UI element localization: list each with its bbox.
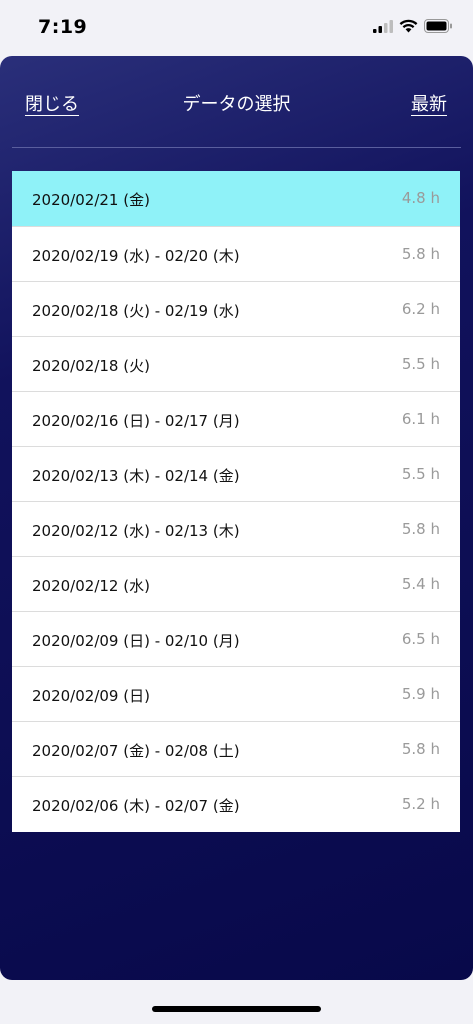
record-date: 2020/02/18 (火) [32, 357, 150, 375]
record-date: 2020/02/09 (日) - 02/10 (月) [32, 632, 240, 650]
list-item[interactable]: 2020/02/12 (水) 5.4 h [12, 557, 460, 612]
record-hours: 5.8 h [401, 740, 440, 758]
record-hours: 6.2 h [401, 300, 440, 318]
record-date: 2020/02/16 (日) - 02/17 (月) [32, 412, 240, 430]
list-item[interactable]: 2020/02/12 (水) - 02/13 (木) 5.8 h [12, 502, 460, 557]
record-date: 2020/02/07 (金) - 02/08 (土) [32, 742, 240, 760]
page-title: データの選択 [182, 94, 291, 115]
navigation-bar: 閉じる データの選択 最新 [0, 56, 473, 148]
record-date: 2020/02/12 (水) - 02/13 (木) [32, 522, 240, 540]
list-item[interactable]: 2020/02/16 (日) - 02/17 (月) 6.1 h [12, 392, 460, 447]
record-hours: 5.8 h [401, 520, 440, 538]
record-hours: 5.5 h [401, 355, 440, 373]
latest-button[interactable]: 最新 [411, 90, 447, 116]
record-hours: 6.1 h [401, 410, 440, 428]
battery-icon [424, 19, 452, 33]
list-item[interactable]: 2020/02/09 (日) - 02/10 (月) 6.5 h [12, 612, 460, 667]
list-item[interactable]: 2020/02/18 (火) - 02/19 (水) 6.2 h [12, 282, 460, 337]
record-hours: 5.9 h [401, 685, 440, 703]
list-item[interactable]: 2020/02/13 (木) - 02/14 (金) 5.5 h [12, 447, 460, 502]
list-item[interactable]: 2020/02/19 (水) - 02/20 (木) 5.8 h [12, 227, 460, 282]
record-date: 2020/02/18 (火) - 02/19 (水) [32, 302, 240, 320]
list-item[interactable]: 2020/02/18 (火) 5.5 h [12, 337, 460, 392]
list-item[interactable]: 2020/02/09 (日) 5.9 h [12, 667, 460, 722]
record-hours: 6.5 h [401, 630, 440, 648]
status-time: 7:19 [38, 16, 88, 38]
record-hours: 5.4 h [401, 575, 440, 593]
list-item[interactable]: 2020/02/07 (金) - 02/08 (土) 5.8 h [12, 722, 460, 777]
list-item-selected[interactable]: 2020/02/21 (金) 4.8 h [12, 171, 460, 227]
status-bar: 7:19 [0, 0, 473, 56]
record-hours: 4.8 h [401, 189, 440, 207]
home-indicator[interactable] [152, 1006, 321, 1012]
status-icons [373, 19, 453, 33]
record-date: 2020/02/19 (水) - 02/20 (木) [32, 247, 240, 265]
record-hours: 5.5 h [401, 465, 440, 483]
cellular-signal-icon [373, 19, 393, 33]
record-hours: 5.8 h [401, 245, 440, 263]
data-selection-sheet: 閉じる データの選択 最新 2020/02/21 (金) 4.8 h 2020/0… [0, 56, 473, 980]
wifi-icon [399, 19, 418, 33]
record-date: 2020/02/09 (日) [32, 687, 150, 705]
list-item[interactable]: 2020/02/06 (木) - 02/07 (金) 5.2 h [12, 777, 460, 832]
record-hours: 5.2 h [401, 795, 440, 813]
record-date: 2020/02/21 (金) [32, 191, 150, 209]
record-date: 2020/02/13 (木) - 02/14 (金) [32, 467, 240, 485]
record-date: 2020/02/12 (水) [32, 577, 150, 595]
record-list: 2020/02/21 (金) 4.8 h 2020/02/19 (水) - 02/… [12, 171, 460, 832]
record-date: 2020/02/06 (木) - 02/07 (金) [32, 797, 240, 815]
header-divider [12, 147, 461, 148]
